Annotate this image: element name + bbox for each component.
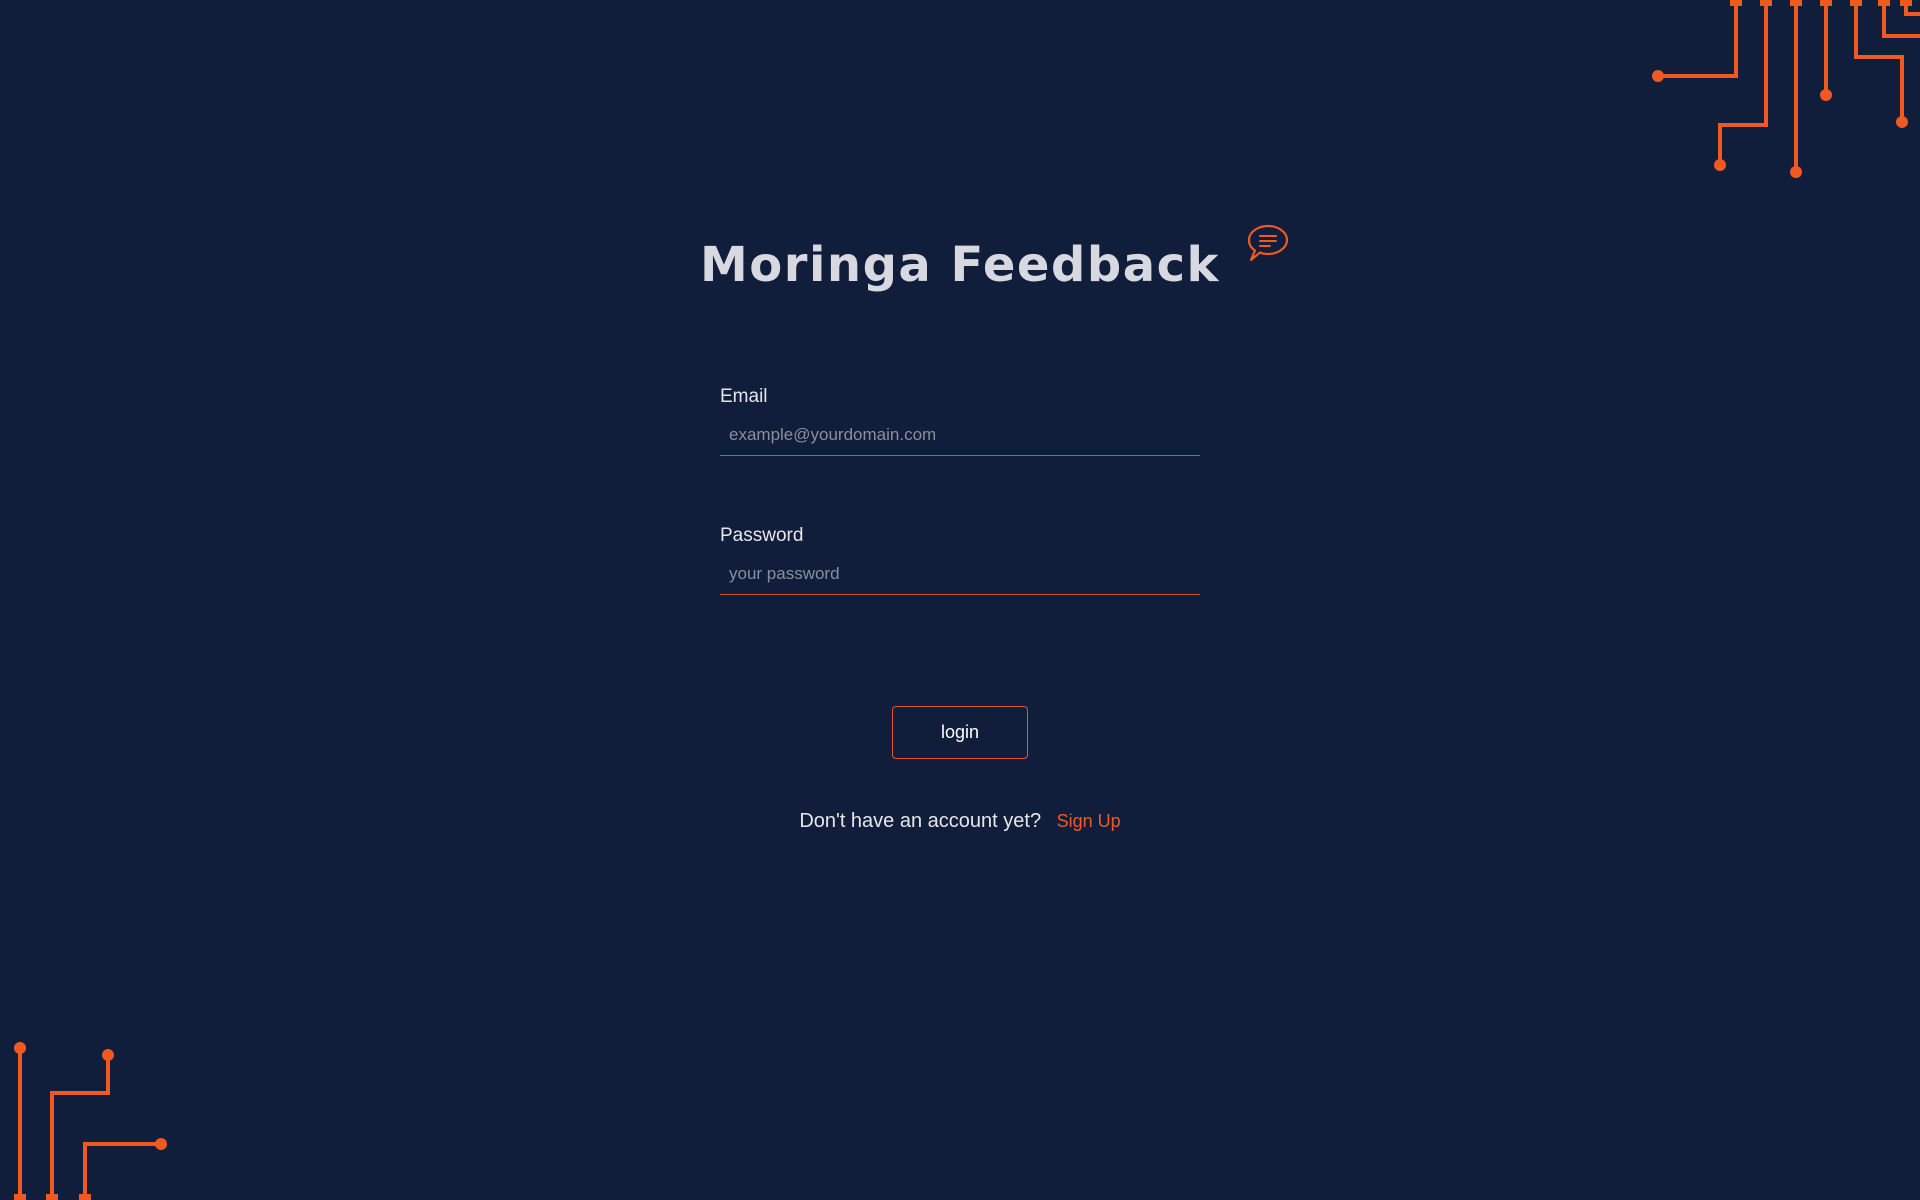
password-input[interactable] bbox=[720, 558, 1200, 595]
chat-bubble-icon bbox=[1247, 224, 1289, 262]
email-label: Email bbox=[720, 386, 768, 407]
header: Moringa Feedback bbox=[0, 224, 1920, 305]
signup-prompt: Don't have an account yet? bbox=[799, 810, 1042, 832]
email-field-group: Email bbox=[720, 385, 1200, 456]
circuit-decoration-bottom-left bbox=[14, 1042, 167, 1200]
login-button[interactable]: login bbox=[892, 706, 1028, 759]
password-field-group: Password bbox=[720, 524, 1200, 595]
signup-link[interactable]: Sign Up bbox=[1057, 811, 1121, 831]
login-form: Email Password bbox=[720, 385, 1200, 663]
page-title: Moringa Feedback bbox=[700, 237, 1220, 293]
email-input[interactable] bbox=[720, 419, 1200, 456]
circuit-decoration-top-right bbox=[1652, 0, 1920, 178]
title-group: Moringa Feedback bbox=[700, 224, 1289, 305]
signup-row: Don't have an account yet? Sign Up bbox=[0, 808, 1920, 834]
password-label: Password bbox=[720, 525, 804, 546]
